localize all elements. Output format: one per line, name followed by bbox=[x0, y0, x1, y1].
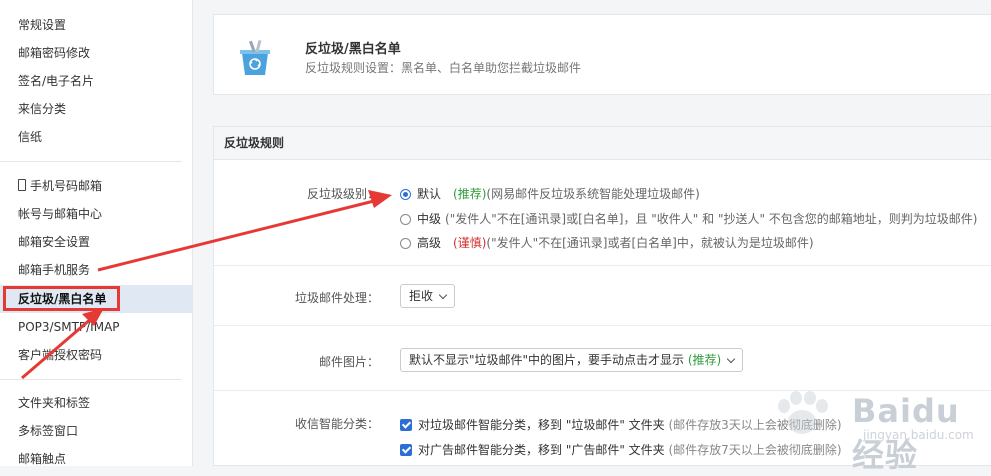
sidebar-item-phone-mailbox[interactable]: 手机号码邮箱 bbox=[0, 172, 192, 200]
spam-handling-label: 垃圾邮件处理： bbox=[294, 291, 379, 305]
radio-unchecked[interactable] bbox=[400, 238, 411, 249]
recommend-tag: (推荐) bbox=[453, 187, 487, 201]
level-label: 反垃圾级别： bbox=[306, 187, 379, 201]
smart-sort-ads-option[interactable]: 对广告邮件智能分类，移到 "广告邮件" 文件夹 (邮件存放7天以上会被彻底删除) bbox=[400, 441, 842, 458]
caution-tag: (谨慎) bbox=[453, 236, 487, 250]
sidebar-item-touchpoints[interactable]: 邮箱触点 bbox=[0, 445, 192, 473]
smart-sort-spam-option[interactable]: 对垃圾邮件智能分类，移到 "垃圾邮件" 文件夹 (邮件存放3天以上会被彻底删除) bbox=[400, 416, 842, 433]
sidebar-item-label: 多标签窗口 bbox=[18, 424, 79, 438]
option-name: 中级 bbox=[417, 212, 442, 226]
section-title: 反垃圾规则 bbox=[214, 127, 991, 160]
page-header: 反垃圾/黑白名单 反垃圾规则设置：黑名单、白名单助您拦截垃圾邮件 bbox=[213, 14, 991, 95]
option-name: 默认 bbox=[417, 187, 442, 201]
images-select[interactable]: 默认不显示"垃圾邮件"中的图片，要手动点击才显示 (推荐) bbox=[400, 348, 744, 372]
images-label: 邮件图片： bbox=[318, 355, 379, 369]
sidebar-item-label: 邮箱安全设置 bbox=[18, 235, 91, 249]
option-description: ("发件人"不在[通讯录]或[白名单]，且 "收件人" 和 "抄送人" 不包含您… bbox=[445, 212, 978, 226]
sidebar-item-label: 邮箱触点 bbox=[18, 452, 67, 466]
checkbox-note: (邮件存放3天以上会被彻底删除) bbox=[668, 418, 842, 432]
sidebar-item-label: 签名/电子名片 bbox=[18, 74, 95, 88]
sidebar-item-label: 手机号码邮箱 bbox=[30, 179, 103, 193]
option-description: (网易邮件反垃圾系统智能处理垃圾邮件) bbox=[486, 187, 700, 201]
sidebar-item-mail-filter[interactable]: 来信分类 bbox=[0, 95, 192, 123]
sidebar-item-label: 邮箱手机服务 bbox=[18, 263, 91, 277]
sidebar-divider bbox=[0, 379, 182, 380]
radio-option-medium[interactable]: 中级 ("发件人"不在[通讯录]或[白名单]，且 "收件人" 和 "抄送人" 不包… bbox=[400, 210, 977, 227]
page-description: 反垃圾规则设置：黑名单、白名单助您拦截垃圾邮件 bbox=[305, 61, 582, 75]
spam-handling-select[interactable]: 拒收 bbox=[400, 284, 456, 308]
radio-option-high[interactable]: 高级 (谨慎)("发件人"不在[通讯录]或者[白名单]中，就被认为是垃圾邮件) bbox=[400, 234, 814, 251]
radio-checked[interactable] bbox=[400, 189, 411, 200]
sidebar-item-label: 来信分类 bbox=[18, 102, 67, 116]
sidebar-item-folders-tags[interactable]: 文件夹和标签 bbox=[0, 389, 192, 417]
sidebar-item-signature[interactable]: 签名/电子名片 bbox=[0, 67, 192, 95]
radio-option-default[interactable]: 默认 (推荐)(网易邮件反垃圾系统智能处理垃圾邮件) bbox=[400, 185, 700, 202]
sidebar-item-label: 帐号与邮箱中心 bbox=[18, 207, 103, 221]
sidebar-item-label: 常规设置 bbox=[18, 18, 67, 32]
sidebar-item-label: 文件夹和标签 bbox=[18, 396, 91, 410]
row-divider bbox=[214, 390, 991, 391]
sidebar-item-general-settings[interactable]: 常规设置 bbox=[0, 11, 192, 39]
sidebar-item-label: 反垃圾/黑白名单 bbox=[18, 292, 107, 306]
sidebar-divider bbox=[0, 161, 182, 162]
radio-unchecked[interactable] bbox=[400, 214, 411, 225]
sidebar-item-label: 客户端授权密码 bbox=[18, 348, 103, 362]
sidebar-item-password[interactable]: 邮箱密码修改 bbox=[0, 39, 192, 67]
sidebar-item-antispam[interactable]: 反垃圾/黑白名单 bbox=[0, 285, 192, 313]
select-value: 默认不显示"垃圾邮件"中的图片，要手动点击才显示 bbox=[409, 353, 685, 367]
recommend-tag: (推荐) bbox=[687, 353, 722, 367]
checkbox-label: 对垃圾邮件智能分类，移到 "垃圾邮件" 文件夹 bbox=[418, 418, 665, 432]
page-title: 反垃圾/黑白名单 bbox=[305, 42, 401, 57]
sidebar-item-pop3-smtp-imap[interactable]: POP3/SMTP/IMAP bbox=[0, 313, 192, 341]
sidebar-item-account-center[interactable]: 帐号与邮箱中心 bbox=[0, 200, 192, 228]
sidebar-item-label: 邮箱密码修改 bbox=[18, 46, 91, 60]
sidebar-item-label: 信纸 bbox=[18, 130, 43, 144]
option-name: 高级 bbox=[417, 236, 442, 250]
sidebar-item-mobile-service[interactable]: 邮箱手机服务 bbox=[0, 256, 192, 284]
row-divider bbox=[214, 265, 991, 266]
row-divider bbox=[214, 325, 991, 326]
sidebar-item-stationery[interactable]: 信纸 bbox=[0, 123, 192, 151]
sidebar-item-label: POP3/SMTP/IMAP bbox=[18, 320, 120, 334]
sidebar-item-multi-tab[interactable]: 多标签窗口 bbox=[0, 417, 192, 445]
smart-sort-label: 收信智能分类： bbox=[294, 417, 379, 431]
checkbox-label: 对广告邮件智能分类，移到 "广告邮件" 文件夹 bbox=[418, 443, 665, 457]
select-value: 拒收 bbox=[409, 289, 434, 303]
phone-icon bbox=[18, 179, 26, 191]
settings-sidebar: 常规设置 邮箱密码修改 签名/电子名片 来信分类 信纸 手机号码邮箱 帐号与邮箱… bbox=[0, 0, 193, 466]
checkbox-checked[interactable] bbox=[400, 444, 412, 456]
checkbox-checked[interactable] bbox=[400, 419, 412, 431]
sidebar-item-client-auth[interactable]: 客户端授权密码 bbox=[0, 341, 192, 369]
watermark-url: jingyan.baidu.com bbox=[863, 428, 974, 442]
checkbox-note: (邮件存放7天以上会被彻底删除) bbox=[668, 443, 842, 457]
chevron-down-icon bbox=[727, 354, 736, 364]
option-description: ("发件人"不在[通讯录]或者[白名单]中，就被认为是垃圾邮件) bbox=[486, 236, 814, 250]
chevron-down-icon bbox=[438, 290, 448, 300]
sidebar-item-security[interactable]: 邮箱安全设置 bbox=[0, 228, 192, 256]
trash-bin-icon bbox=[240, 39, 270, 75]
